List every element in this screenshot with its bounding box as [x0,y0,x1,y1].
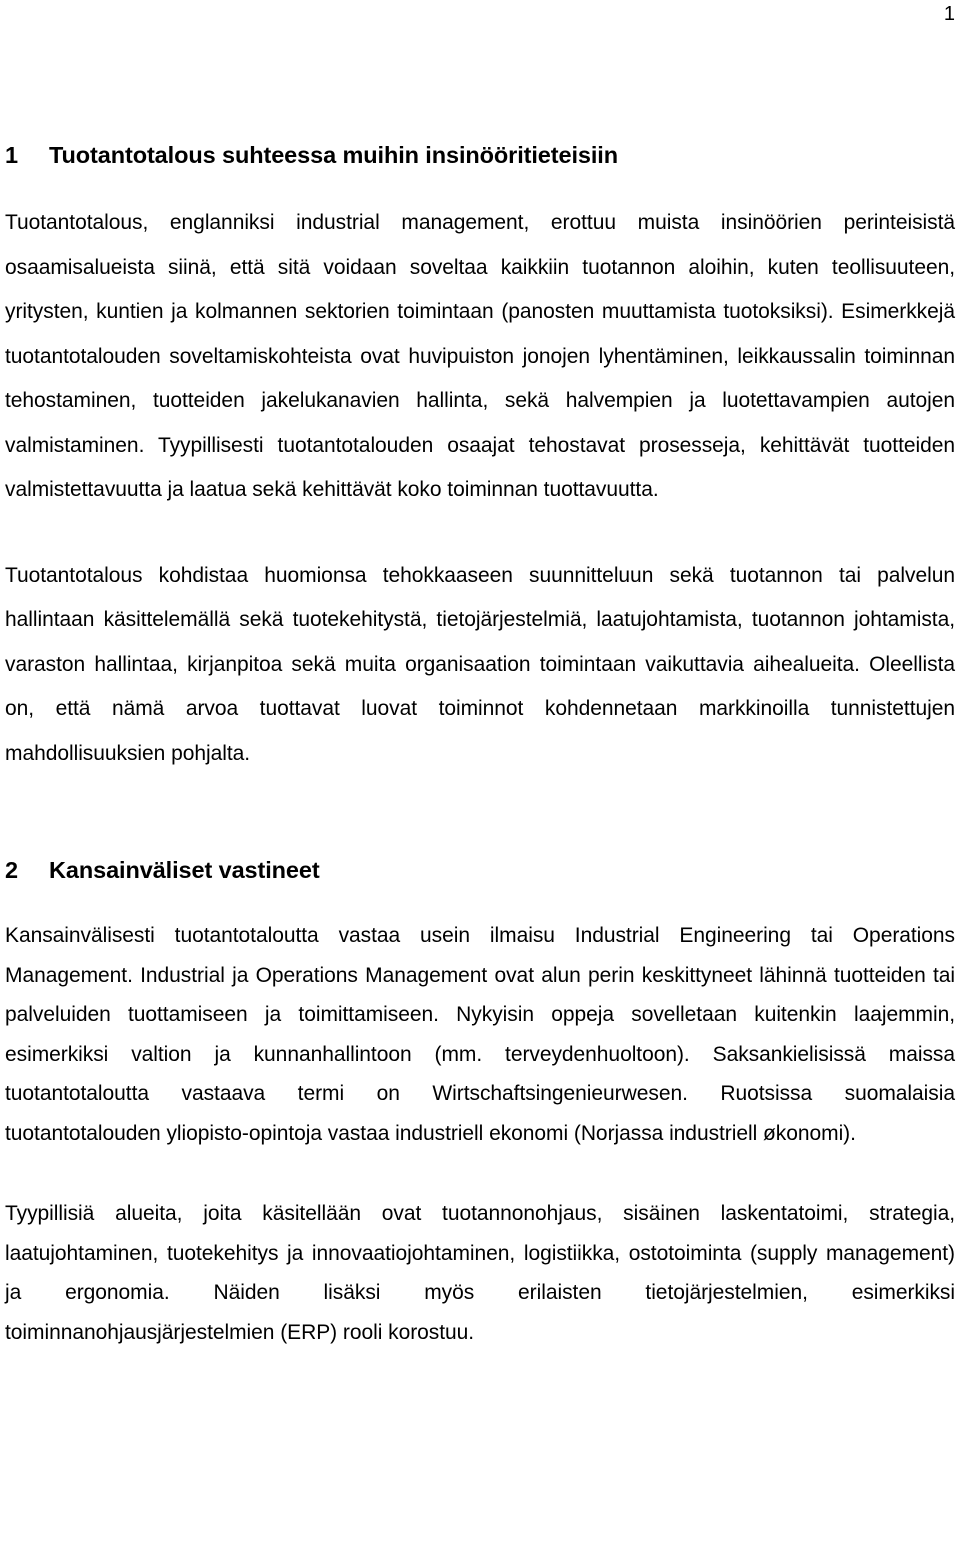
section-heading-1: 1 Tuotantotalous suhteessa muihin insinö… [5,140,955,170]
section-heading-1-number: 1 [5,142,18,168]
section-2-paragraph-1: Kansainvälisesti tuotantotaloutta vastaa… [5,924,955,1145]
page-content: 1 Tuotantotalous suhteessa muihin insinö… [5,140,955,1352]
document-page: 1 1 Tuotantotalous suhteessa muihin insi… [0,0,960,1552]
page-number: 1 [943,3,955,25]
section-1-paragraph-1: Tuotantotalous, englanniksi industrial m… [5,211,955,501]
section-heading-1-title: Tuotantotalous suhteessa muihin insinöör… [49,142,618,168]
section-2-paragraph-2: Tyypillisiä alueita, joita käsitellään o… [5,1202,955,1344]
section-heading-2: 2 Kansainväliset vastineet [5,855,955,885]
section-heading-2-title: Kansainväliset vastineet [49,857,320,883]
section-heading-2-number: 2 [5,857,18,883]
section-1-paragraph-2: Tuotantotalous kohdistaa huomionsa tehok… [5,563,955,765]
